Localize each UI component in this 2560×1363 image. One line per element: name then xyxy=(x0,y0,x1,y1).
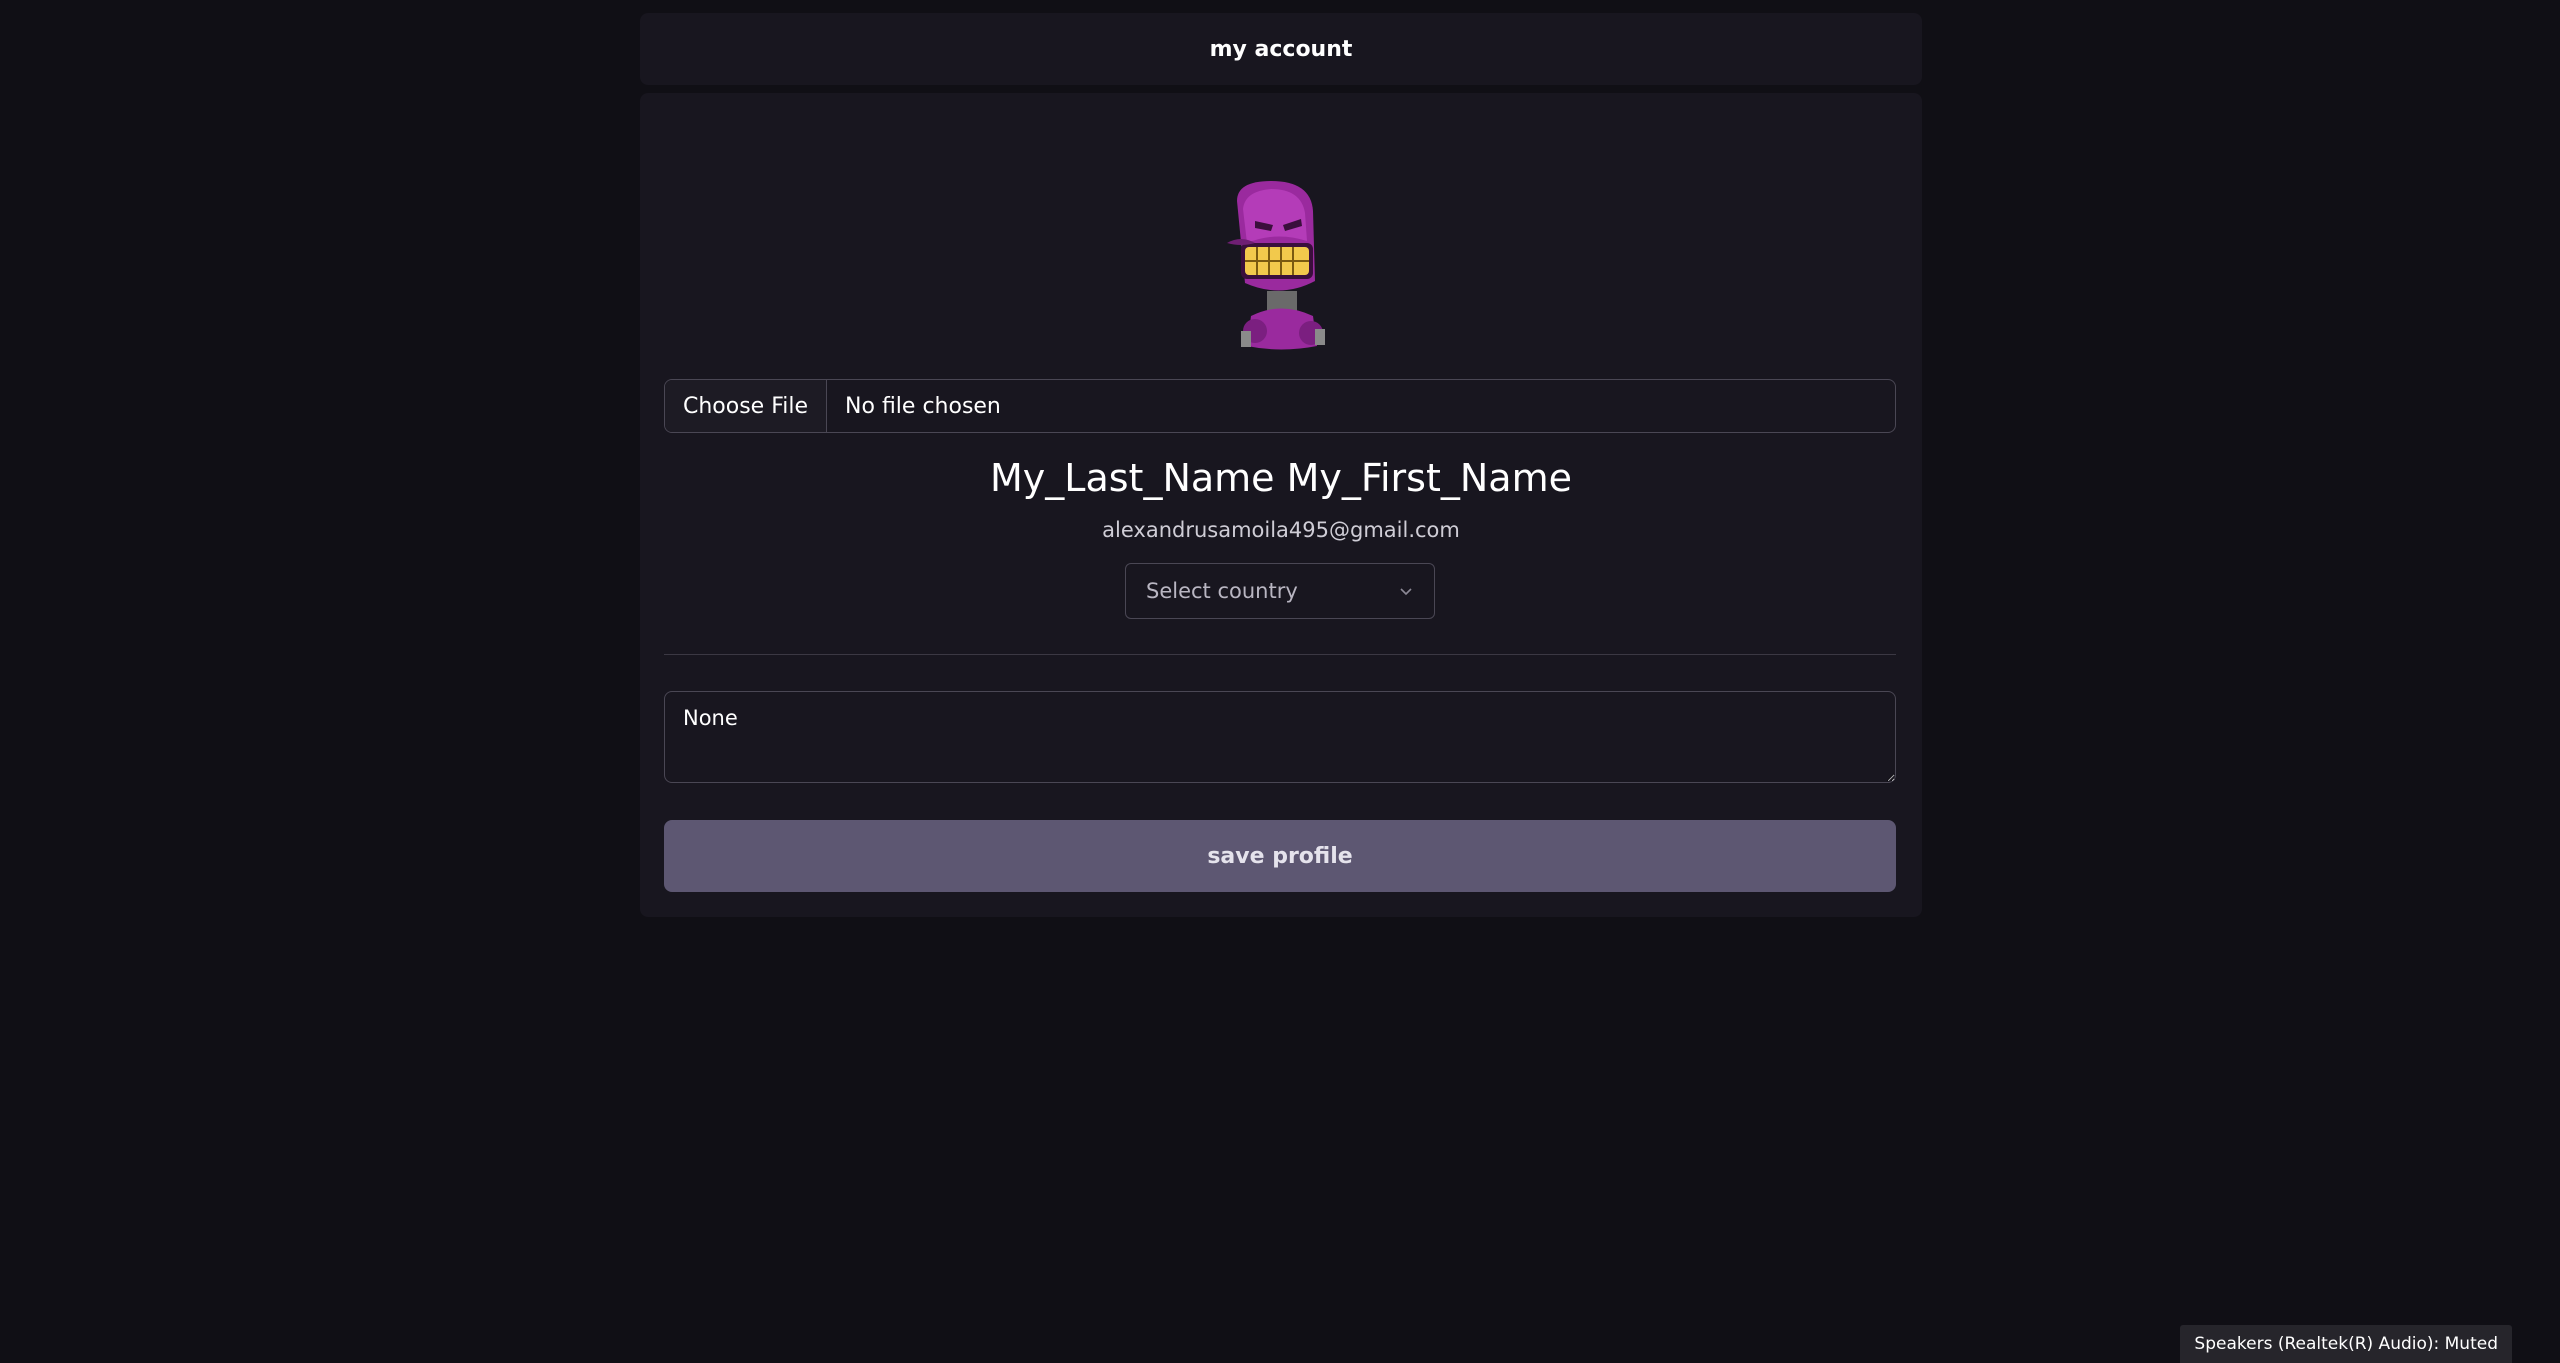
system-audio-toast: Speakers (Realtek(R) Audio): Muted xyxy=(2180,1325,2512,1363)
country-select-label: Select country xyxy=(1146,579,1298,603)
file-status-label: No file chosen xyxy=(845,393,1001,419)
profile-email: alexandrusamoila495@gmail.com xyxy=(1102,518,1460,542)
profile-card: Choose File No file chosen My_Last_Name … xyxy=(640,93,1922,917)
avatar-file-input[interactable]: Choose File No file chosen xyxy=(664,379,1896,433)
robot-avatar-icon xyxy=(1227,181,1325,350)
bio-textarea[interactable]: None xyxy=(664,691,1896,783)
profile-full-name: My_Last_Name My_First_Name xyxy=(990,456,1572,500)
save-profile-button[interactable]: save profile xyxy=(664,820,1896,892)
chevron-down-icon xyxy=(1400,588,1412,596)
header-bar: my account xyxy=(640,13,1922,85)
country-select[interactable]: Select country xyxy=(1125,563,1435,619)
page-title: my account xyxy=(1209,36,1353,62)
divider xyxy=(664,654,1896,655)
choose-file-button[interactable]: Choose File xyxy=(665,380,828,432)
